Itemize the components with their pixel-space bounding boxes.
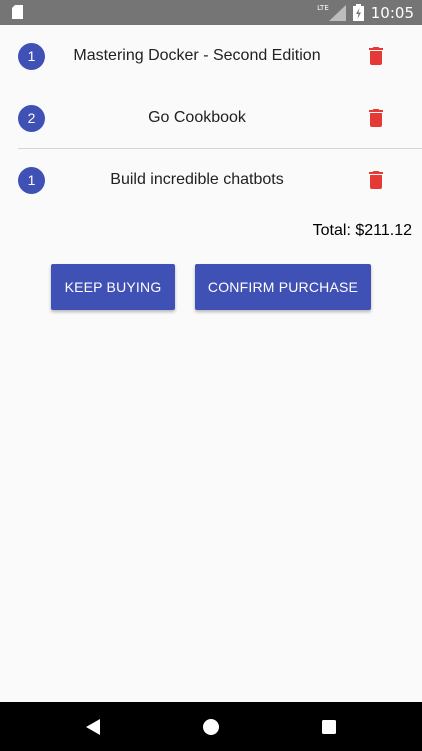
delete-item-button[interactable] <box>364 44 388 68</box>
confirm-purchase-button[interactable]: CONFIRM PURCHASE <box>195 264 371 310</box>
trash-icon <box>369 47 383 65</box>
signal-icon <box>328 4 346 21</box>
home-icon[interactable] <box>200 716 222 738</box>
keep-buying-button[interactable]: KEEP BUYING <box>51 264 175 310</box>
trash-icon <box>369 109 383 127</box>
quantity-badge: 2 <box>18 105 45 132</box>
cart-item: 2 Go Cookbook <box>18 87 422 149</box>
sim-card-icon <box>12 5 23 19</box>
trash-icon <box>369 171 383 189</box>
network-type-label: LTE <box>317 4 329 12</box>
delete-item-button[interactable] <box>364 106 388 130</box>
quantity-badge: 1 <box>18 43 45 70</box>
quantity-badge: 1 <box>18 167 45 194</box>
cart-total: Total: $211.12 <box>312 222 412 239</box>
cart-item: 1 Build incredible chatbots <box>18 149 422 211</box>
status-icons: LTE 10:05 <box>317 0 414 25</box>
navigation-bar <box>0 702 422 751</box>
clock: 10:05 <box>370 3 414 22</box>
item-title: Build incredible chatbots <box>110 171 284 188</box>
battery-charging-icon <box>352 4 364 21</box>
status-bar: LTE 10:05 <box>0 0 422 25</box>
delete-item-button[interactable] <box>364 168 388 192</box>
item-title: Go Cookbook <box>148 109 246 126</box>
back-icon[interactable] <box>82 716 104 738</box>
cart-item: 1 Mastering Docker - Second Edition <box>18 25 422 87</box>
item-title: Mastering Docker - Second Edition <box>73 47 321 64</box>
recents-icon[interactable] <box>318 716 340 738</box>
